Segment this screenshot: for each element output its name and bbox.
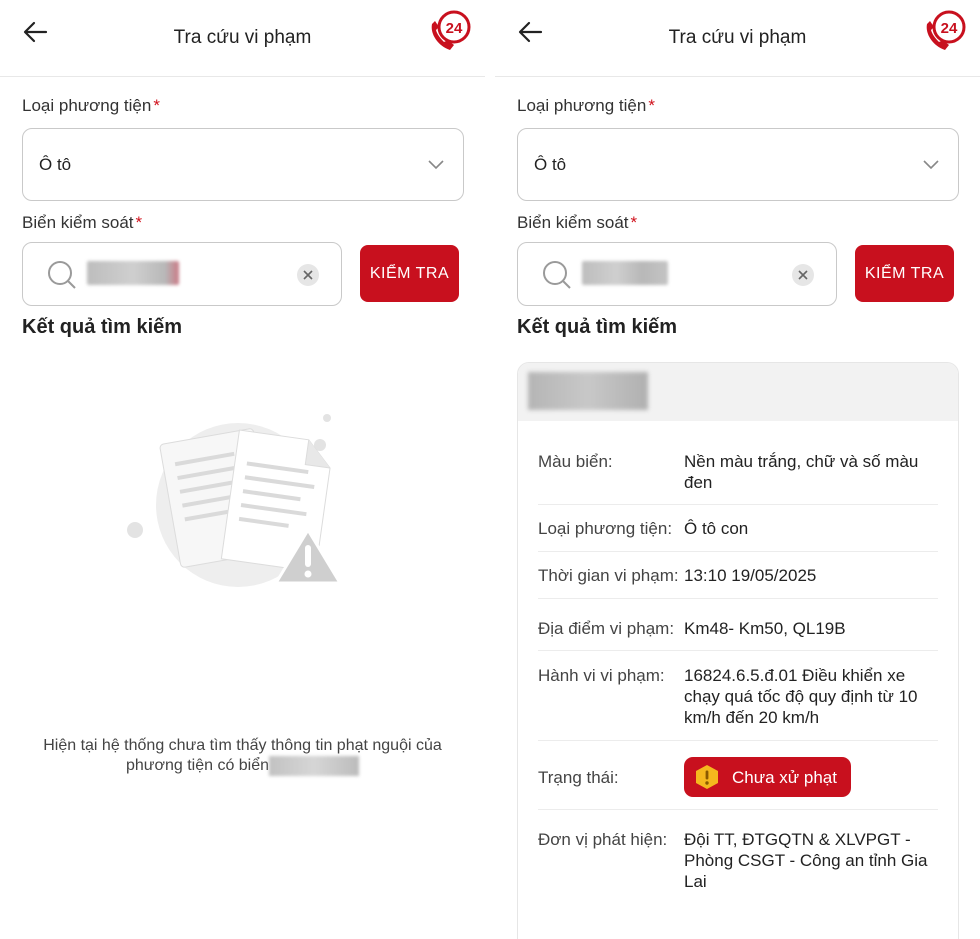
clear-icon: [798, 270, 808, 280]
detail-value: Km48- Km50, QL19B: [684, 619, 846, 638]
screen-violation-result: Tra cứu vi phạm 24 Loại phương tiện * Ô t…: [495, 0, 980, 939]
status-badge: Chưa xử phạt: [684, 757, 851, 797]
detail-row-violation-location: Địa điểm vi phạm: Km48- Km50, QL19B: [538, 599, 938, 651]
hotline-24-icon[interactable]: 24: [923, 10, 967, 54]
results-title: Kết quả tìm kiếm: [22, 316, 183, 338]
detail-key: Loại phương tiện:: [538, 519, 673, 538]
clear-button[interactable]: [297, 264, 319, 286]
detail-value: Đội TT, ĐTGQTN & XLVPGT - Phòng CSGT - C…: [684, 830, 928, 891]
detail-row-violation-time: Thời gian vi phạm: 13:10 19/05/2025: [538, 552, 938, 599]
plate-number-redacted: [528, 372, 648, 410]
search-icon: [543, 261, 571, 289]
vehicle-type-select[interactable]: Ô tô: [517, 128, 959, 201]
detail-row-plate-color: Màu biển: Nền màu trắng, chữ và số màu đ…: [538, 421, 938, 505]
check-button[interactable]: KIỂM TRA: [360, 245, 459, 302]
hotline-badge: 24: [941, 20, 958, 37]
plate-search-input[interactable]: [22, 242, 342, 306]
detail-key: Trạng thái:: [538, 767, 619, 787]
plate-value-redacted: [582, 261, 668, 285]
detail-value: 16824.6.5.đ.01 Điều khiển xe chạy quá tố…: [684, 666, 918, 727]
vehicle-type-label: Loại phương tiện *: [22, 96, 160, 115]
hotline-badge: 24: [446, 20, 463, 37]
empty-document-warning-icon: [127, 414, 342, 587]
detail-row-detecting-unit: Đơn vị phát hiện: Đội TT, ĐTGQTN & XLVPG…: [538, 810, 938, 904]
app-header: Tra cứu vi phạm 24: [495, 0, 980, 77]
detail-key: Hành vi vi phạm:: [538, 666, 665, 685]
detail-value: Nền màu trắng, chữ và số màu đen: [684, 452, 919, 492]
vehicle-type-value: Ô tô: [534, 155, 567, 174]
detail-value: Ô tô con: [684, 519, 749, 538]
app-header: Tra cứu vi phạm 24: [0, 0, 485, 77]
detail-key: Màu biển:: [538, 452, 613, 471]
required-mark: *: [648, 96, 655, 115]
chevron-down-icon: [428, 160, 444, 170]
required-mark: *: [153, 96, 160, 115]
detail-key: Địa điểm vi phạm:: [538, 619, 675, 638]
plate-value-redacted: [87, 261, 179, 285]
check-button[interactable]: KIỂM TRA: [855, 245, 954, 302]
screen-empty-result: Tra cứu vi phạm 24 Loại phương tiện * Ô t…: [0, 0, 485, 939]
detail-value: Chưa xử phạt: [684, 757, 938, 797]
required-mark: *: [135, 213, 143, 232]
search-icon: [48, 261, 76, 289]
vehicle-type-label: Loại phương tiện *: [517, 96, 655, 115]
clear-icon: [303, 270, 313, 280]
plate-search-input[interactable]: [517, 242, 837, 306]
required-mark: *: [630, 213, 638, 232]
detail-row-vehicle-type: Loại phương tiện: Ô tô con: [538, 505, 938, 552]
panel-divider: [485, 0, 495, 939]
detail-key: Thời gian vi phạm:: [538, 566, 679, 585]
detail-row-violation-behavior: Hành vi vi phạm: 16824.6.5.đ.01 Điều khi…: [538, 651, 938, 741]
hotline-24-icon[interactable]: 24: [428, 10, 472, 54]
violation-card: Màu biển: Nền màu trắng, chữ và số màu đ…: [517, 362, 959, 939]
vehicle-type-value: Ô tô: [39, 155, 72, 174]
warning-icon: [696, 765, 718, 789]
plate-label: Biển kiểm soát *: [22, 213, 143, 232]
results-title: Kết quả tìm kiếm: [517, 316, 678, 338]
violation-details: Màu biển: Nền màu trắng, chữ và số màu đ…: [518, 421, 958, 904]
plate-inline-redacted: [269, 756, 360, 776]
detail-key: Đơn vị phát hiện:: [538, 830, 668, 849]
page-title: Tra cứu vi phạm: [668, 27, 807, 48]
detail-row-status: Trạng thái: Chưa xử phạt: [538, 741, 938, 810]
clear-button[interactable]: [792, 264, 814, 286]
chevron-down-icon: [923, 160, 939, 170]
vehicle-type-select[interactable]: Ô tô: [22, 128, 464, 201]
detail-value: 13:10 19/05/2025: [684, 566, 817, 585]
plate-label: Biển kiểm soát *: [517, 213, 638, 232]
violation-card-header: [518, 363, 958, 421]
page-title: Tra cứu vi phạm: [173, 27, 312, 48]
empty-message: Hiện tại hệ thống chưa tìm thấy thông ti…: [43, 737, 442, 776]
